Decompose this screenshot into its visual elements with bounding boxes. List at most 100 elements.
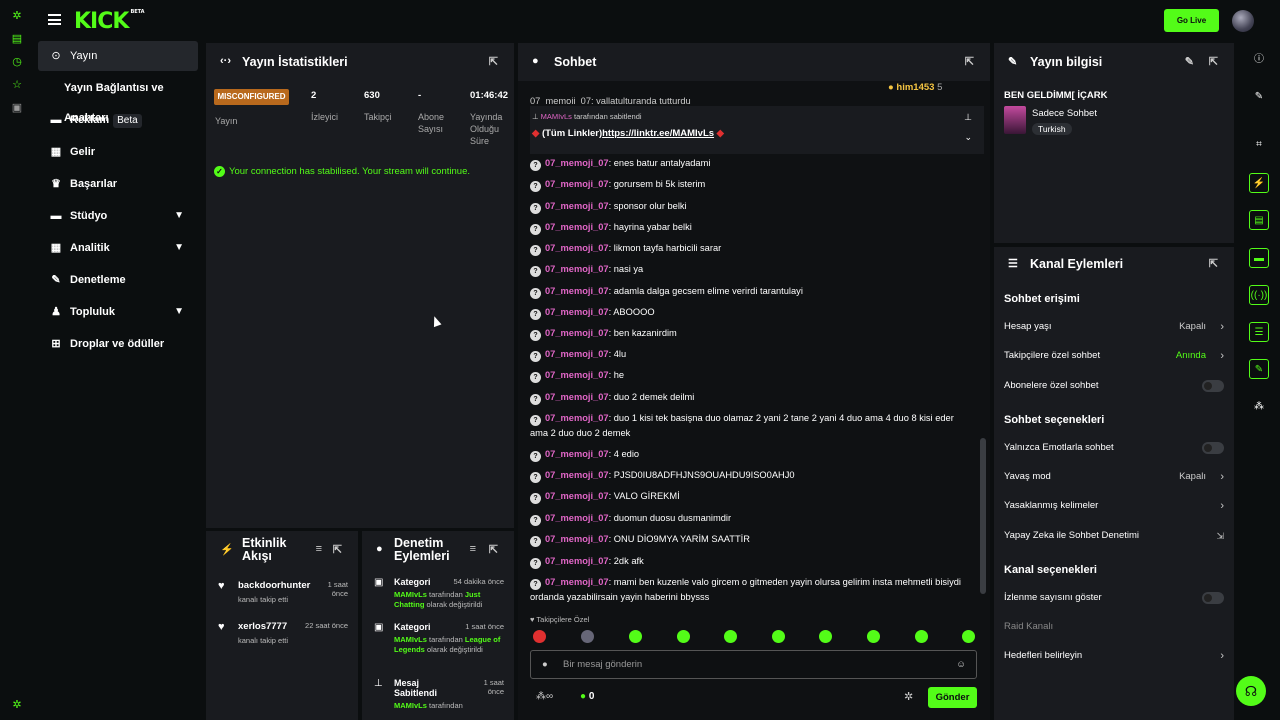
settings-icon[interactable]: ✲ — [10, 698, 24, 712]
info-icon[interactable]: ⓘ — [1249, 50, 1269, 70]
avatar[interactable] — [1232, 10, 1254, 32]
activity-item: ♥ xerlos7777 kanalı takip etti 22 saat önce — [218, 621, 348, 645]
chevron-right-icon: › — [1220, 471, 1224, 483]
category-name: Sadece Sohbet — [1032, 108, 1097, 119]
chat-scrollbar[interactable] — [980, 438, 986, 594]
chat-message: ? 07_memoji_07: 4lu — [530, 347, 962, 362]
emote-button[interactable] — [819, 630, 832, 643]
chat-username[interactable]: 07_memoji_07 — [545, 370, 609, 380]
broadcast-icon[interactable]: ((·)) — [1249, 285, 1269, 305]
popout-icon[interactable]: ⇱ — [1209, 257, 1218, 270]
community-icon[interactable]: ⁂ — [1249, 397, 1269, 417]
wrench-icon[interactable]: ✎ — [1249, 359, 1269, 379]
clock-icon[interactable]: ◷ — [10, 55, 24, 69]
emote-button[interactable] — [629, 630, 642, 643]
chat-username[interactable]: 07_memoji_07 — [545, 491, 609, 501]
sidebar-item-analitik[interactable]: ▦ Analitik ▼ — [38, 233, 198, 263]
star-icon[interactable]: ☆ — [10, 78, 24, 92]
chat-username[interactable]: 07_memoji_07 — [545, 534, 609, 544]
popout-icon[interactable]: ⇱ — [965, 55, 974, 68]
sidebar-item-denetleme[interactable]: ✎ Denetleme — [38, 265, 198, 295]
chat-username[interactable]: 07_memoji_07 — [545, 513, 609, 523]
edit-icon[interactable]: ✎ — [1185, 55, 1194, 68]
gear-icon[interactable]: ✲ — [10, 9, 24, 23]
layout-icon[interactable]: ☰ — [1249, 322, 1269, 342]
users-icon[interactable]: ⁂∞ — [536, 691, 553, 702]
followers-chat-setting[interactable]: Takipçilere özel sohbet Anında › — [1004, 350, 1224, 362]
chat-username[interactable]: 07_memoji_07 — [545, 158, 609, 168]
chat-username[interactable]: 07_memoji_07 — [545, 286, 609, 296]
emote-button[interactable] — [724, 630, 737, 643]
chat-username[interactable]: 07_memoji_07 — [545, 577, 609, 587]
chat-icon[interactable]: ▬ — [1249, 248, 1269, 268]
bolt-icon[interactable]: ⚡ — [1249, 173, 1269, 193]
chat-username[interactable]: 07_memoji_07 — [545, 328, 609, 338]
kick-logo[interactable]: KICK BETA — [74, 9, 145, 34]
chat-text: ONU DİO9MYA YARİM SAATTİR — [613, 534, 750, 544]
send-button[interactable]: Gönder — [928, 687, 977, 708]
user-badge-icon: ? — [530, 309, 541, 320]
chat-username[interactable]: 07_memoji_07 — [545, 556, 609, 566]
chat-username[interactable]: 07_memoji_07 — [545, 264, 609, 274]
pencil-icon[interactable]: ✎ — [1249, 87, 1269, 107]
emote-button[interactable] — [915, 630, 928, 643]
popout-icon[interactable]: ⇱ — [333, 543, 342, 556]
emote-button[interactable] — [962, 630, 975, 643]
sidebar-item-droplar[interactable]: ⊞ Droplar ve ödüller — [38, 329, 198, 359]
channel-icon: ☰ — [1008, 258, 1018, 270]
shield-icon[interactable]: ▣ — [10, 101, 24, 115]
chat-username[interactable]: 07_memoji_07 — [545, 413, 609, 423]
points-counter[interactable]: ● 0 — [580, 691, 594, 702]
emoji-icon[interactable]: ☺ — [956, 651, 966, 679]
menu-icon[interactable] — [48, 14, 61, 25]
popout-icon[interactable]: ⇱ — [1209, 55, 1218, 68]
show-viewers-toggle[interactable] — [1202, 592, 1224, 604]
sidebar-item-studyo[interactable]: ▬ Stüdyo ▼ — [38, 201, 198, 231]
filter-icon[interactable]: ≡ — [470, 543, 476, 555]
chat-username[interactable]: 07_memoji_07 — [545, 307, 609, 317]
emote-only-toggle[interactable] — [1202, 442, 1224, 454]
chat-settings-icon[interactable]: ✲ — [904, 690, 913, 703]
chat-username[interactable]: 07_memoji_07 — [545, 201, 609, 211]
chat-username[interactable]: 07_memoji_07 — [545, 392, 609, 402]
chat-username[interactable]: 07_memoji_07 — [545, 179, 609, 189]
sidebar-item-stream-key[interactable]: Yayın Bağlantısı ve Anahtarı — [38, 73, 198, 124]
heart-icon: ♥ — [218, 621, 225, 633]
emote-button[interactable] — [772, 630, 785, 643]
emote-button[interactable] — [533, 630, 546, 643]
popout-icon[interactable]: ⇱ — [489, 55, 498, 68]
account-age-setting[interactable]: Hesap yaşı Kapalı › — [1004, 321, 1224, 333]
sidebar-item-yayin[interactable]: ⊙ Yayın — [38, 41, 198, 71]
go-live-button[interactable]: Go Live — [1164, 9, 1219, 32]
emote-button[interactable] — [867, 630, 880, 643]
chat-input[interactable]: ● Bir mesaj gönderin ☺ — [530, 650, 977, 679]
chat-message: ? 07_memoji_07: mami ben kuzenle valo gir… — [530, 575, 962, 605]
subs-chat-toggle[interactable] — [1202, 380, 1224, 392]
expand-icon[interactable]: ⌗ — [1249, 135, 1269, 155]
chat-username[interactable]: 07_memoji_07 — [545, 222, 609, 232]
goals-setting[interactable]: Hedefleri belirleyin › — [1004, 650, 1224, 662]
chat-message: ? 07_memoji_07: sponsor olur belki — [530, 199, 962, 214]
sidebar-item-basarilar[interactable]: ♛ Başarılar — [38, 169, 198, 199]
chevron-down-icon[interactable]: ⌄ — [964, 132, 972, 143]
chat-username[interactable]: 07_memoji_07 — [545, 449, 609, 459]
help-button[interactable]: ☊ — [1236, 676, 1266, 706]
sidebar-item-gelir[interactable]: ▦ Gelir — [38, 137, 198, 167]
dashboard-icon[interactable]: ▤ — [10, 32, 24, 46]
top-user[interactable]: ● him1453 5 — [888, 82, 942, 93]
chat-username[interactable]: 07_memoji_07 — [545, 470, 609, 480]
popout-icon[interactable]: ⇱ — [489, 543, 498, 556]
filter-icon[interactable]: ≡ — [316, 543, 322, 555]
chat-username[interactable]: 07_memoji_07 — [545, 243, 609, 253]
unpin-icon[interactable]: ⊥ — [964, 112, 972, 123]
slow-mode-setting[interactable]: Yavaş mod Kapalı › — [1004, 471, 1224, 483]
emote-button[interactable] — [677, 630, 690, 643]
ai-moderation-setting[interactable]: Yapay Zeka ile Sohbet Denetimi ⇲ — [1004, 530, 1224, 542]
sidebar-item-topluluk[interactable]: ♟ Topluluk ▼ — [38, 297, 198, 327]
emote-button[interactable] — [581, 630, 594, 643]
banned-words-setting[interactable]: Yasaklanmış kelimeler › — [1004, 500, 1224, 512]
notes-icon[interactable]: ▤ — [1249, 210, 1269, 230]
chat-username[interactable]: 07_memoji_07 — [545, 349, 609, 359]
pinned-link[interactable]: https://linktr.ee/MAMIvLs — [602, 128, 714, 139]
sidebar-item-reklam[interactable]: ▬ Reklam Beta — [38, 105, 198, 135]
